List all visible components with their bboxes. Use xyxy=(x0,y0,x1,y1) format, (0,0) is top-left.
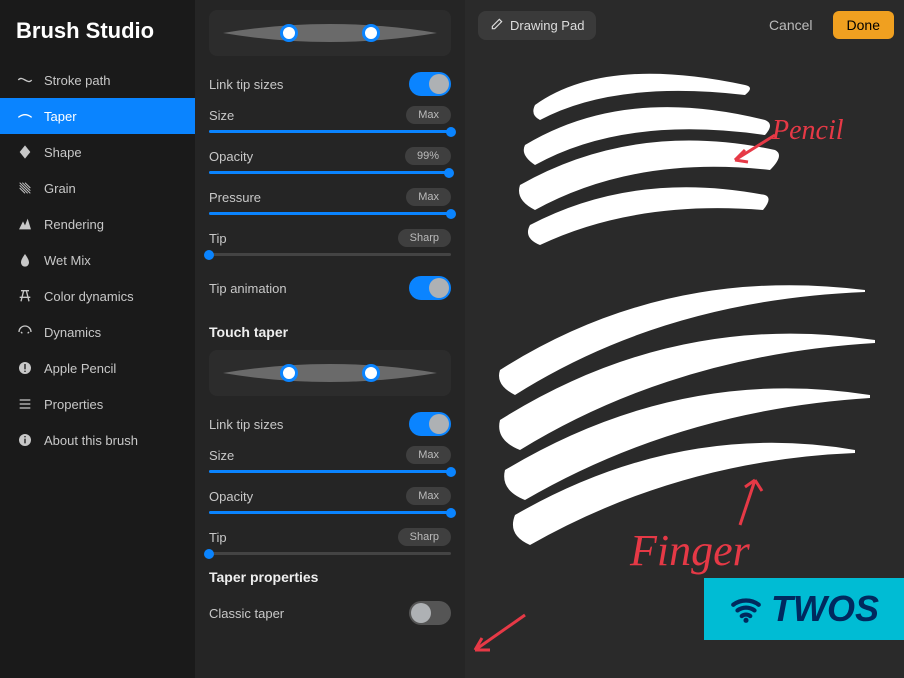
sidebar-item-grain[interactable]: Grain xyxy=(0,170,195,206)
slider-label: Opacity xyxy=(209,149,253,164)
stroke-path-icon xyxy=(16,71,34,89)
arrow-icon xyxy=(470,610,530,660)
sidebar-item-rendering[interactable]: Rendering xyxy=(0,206,195,242)
sidebar-item-label: Stroke path xyxy=(44,73,111,88)
arrow-icon xyxy=(730,130,780,170)
taper-icon xyxy=(16,107,34,125)
slider-label: Tip xyxy=(209,530,227,545)
drawing-canvas[interactable] xyxy=(465,0,904,678)
slider-size[interactable]: Size Max xyxy=(209,106,451,133)
classic-taper-toggle[interactable] xyxy=(409,601,451,625)
slider-pressure[interactable]: Pressure Max xyxy=(209,188,451,215)
slider-tip-touch[interactable]: Tip Sharp xyxy=(209,528,451,555)
pencil-taper-preview[interactable] xyxy=(209,10,451,56)
slider-opacity[interactable]: Opacity 99% xyxy=(209,147,451,174)
settings-panel: Link tip sizes Size Max Opacity 99% Pressu… xyxy=(195,0,465,678)
sidebar-item-color-dynamics[interactable]: Color dynamics xyxy=(0,278,195,314)
slider-value: Max xyxy=(406,446,451,464)
logo-text: TWOS xyxy=(771,588,879,630)
wet-mix-icon xyxy=(16,251,34,269)
rendering-icon xyxy=(16,215,34,233)
sidebar-item-label: Shape xyxy=(44,145,82,160)
slider-value: Max xyxy=(406,188,451,206)
drawing-pad-button[interactable]: Drawing Pad xyxy=(478,11,596,40)
sidebar-item-dynamics[interactable]: Dynamics xyxy=(0,314,195,350)
slider-label: Size xyxy=(209,108,234,123)
sidebar-item-stroke-path[interactable]: Stroke path xyxy=(0,62,195,98)
slider-size-touch[interactable]: Size Max xyxy=(209,446,451,473)
app-title: Brush Studio xyxy=(0,18,195,62)
sidebar-item-label: Dynamics xyxy=(44,325,101,340)
slider-tip[interactable]: Tip Sharp xyxy=(209,229,451,256)
sidebar: Brush Studio Stroke path Taper Shape Gra… xyxy=(0,0,195,678)
slider-opacity-touch[interactable]: Opacity Max xyxy=(209,487,451,514)
link-tip-sizes-label: Link tip sizes xyxy=(209,77,283,92)
topbar: Drawing Pad Cancel Done xyxy=(478,10,894,40)
sidebar-item-label: About this brush xyxy=(44,433,138,448)
logo-twos: TWOS xyxy=(704,578,904,640)
sidebar-item-label: Rendering xyxy=(44,217,104,232)
annotation-finger: Finger xyxy=(630,525,750,576)
sidebar-item-properties[interactable]: Properties xyxy=(0,386,195,422)
slider-value: Max xyxy=(406,106,451,124)
arrow-icon xyxy=(720,475,770,530)
color-dynamics-icon xyxy=(16,287,34,305)
sidebar-item-label: Grain xyxy=(44,181,76,196)
cancel-button[interactable]: Cancel xyxy=(759,11,823,39)
taper-handle-left[interactable] xyxy=(280,364,298,382)
shape-icon xyxy=(16,143,34,161)
drawing-pad-label: Drawing Pad xyxy=(510,18,584,33)
slider-label: Opacity xyxy=(209,489,253,504)
sidebar-item-shape[interactable]: Shape xyxy=(0,134,195,170)
taper-handle-right[interactable] xyxy=(362,24,380,42)
sidebar-item-label: Properties xyxy=(44,397,103,412)
dynamics-icon xyxy=(16,323,34,341)
sidebar-item-label: Wet Mix xyxy=(44,253,91,268)
apple-pencil-icon xyxy=(16,359,34,377)
slider-label: Tip xyxy=(209,231,227,246)
classic-taper-label: Classic taper xyxy=(209,606,284,621)
touch-taper-heading: Touch taper xyxy=(209,324,451,340)
properties-icon xyxy=(16,395,34,413)
sidebar-item-label: Color dynamics xyxy=(44,289,134,304)
slider-value: Max xyxy=(406,487,451,505)
slider-label: Pressure xyxy=(209,190,261,205)
taper-handle-right[interactable] xyxy=(362,364,380,382)
wifi-icon xyxy=(729,592,763,626)
taper-handle-left[interactable] xyxy=(280,24,298,42)
annotation-pencil: Pencil xyxy=(772,115,844,147)
link-tip-sizes-label-touch: Link tip sizes xyxy=(209,417,283,432)
link-tip-sizes-toggle-touch[interactable] xyxy=(409,412,451,436)
sidebar-item-label: Apple Pencil xyxy=(44,361,116,376)
grain-icon xyxy=(16,179,34,197)
slider-value: 99% xyxy=(405,147,451,165)
tip-animation-toggle[interactable] xyxy=(409,276,451,300)
slider-value: Sharp xyxy=(398,528,451,546)
edit-icon xyxy=(490,17,504,34)
link-tip-sizes-toggle[interactable] xyxy=(409,72,451,96)
tip-animation-label: Tip animation xyxy=(209,281,287,296)
sidebar-item-wet-mix[interactable]: Wet Mix xyxy=(0,242,195,278)
done-button[interactable]: Done xyxy=(833,11,894,39)
sidebar-item-label: Taper xyxy=(44,109,77,124)
sidebar-item-about[interactable]: About this brush xyxy=(0,422,195,458)
sidebar-item-apple-pencil[interactable]: Apple Pencil xyxy=(0,350,195,386)
slider-label: Size xyxy=(209,448,234,463)
sidebar-item-taper[interactable]: Taper xyxy=(0,98,195,134)
about-icon xyxy=(16,431,34,449)
taper-properties-heading: Taper properties xyxy=(209,569,451,585)
touch-taper-preview[interactable] xyxy=(209,350,451,396)
slider-value: Sharp xyxy=(398,229,451,247)
